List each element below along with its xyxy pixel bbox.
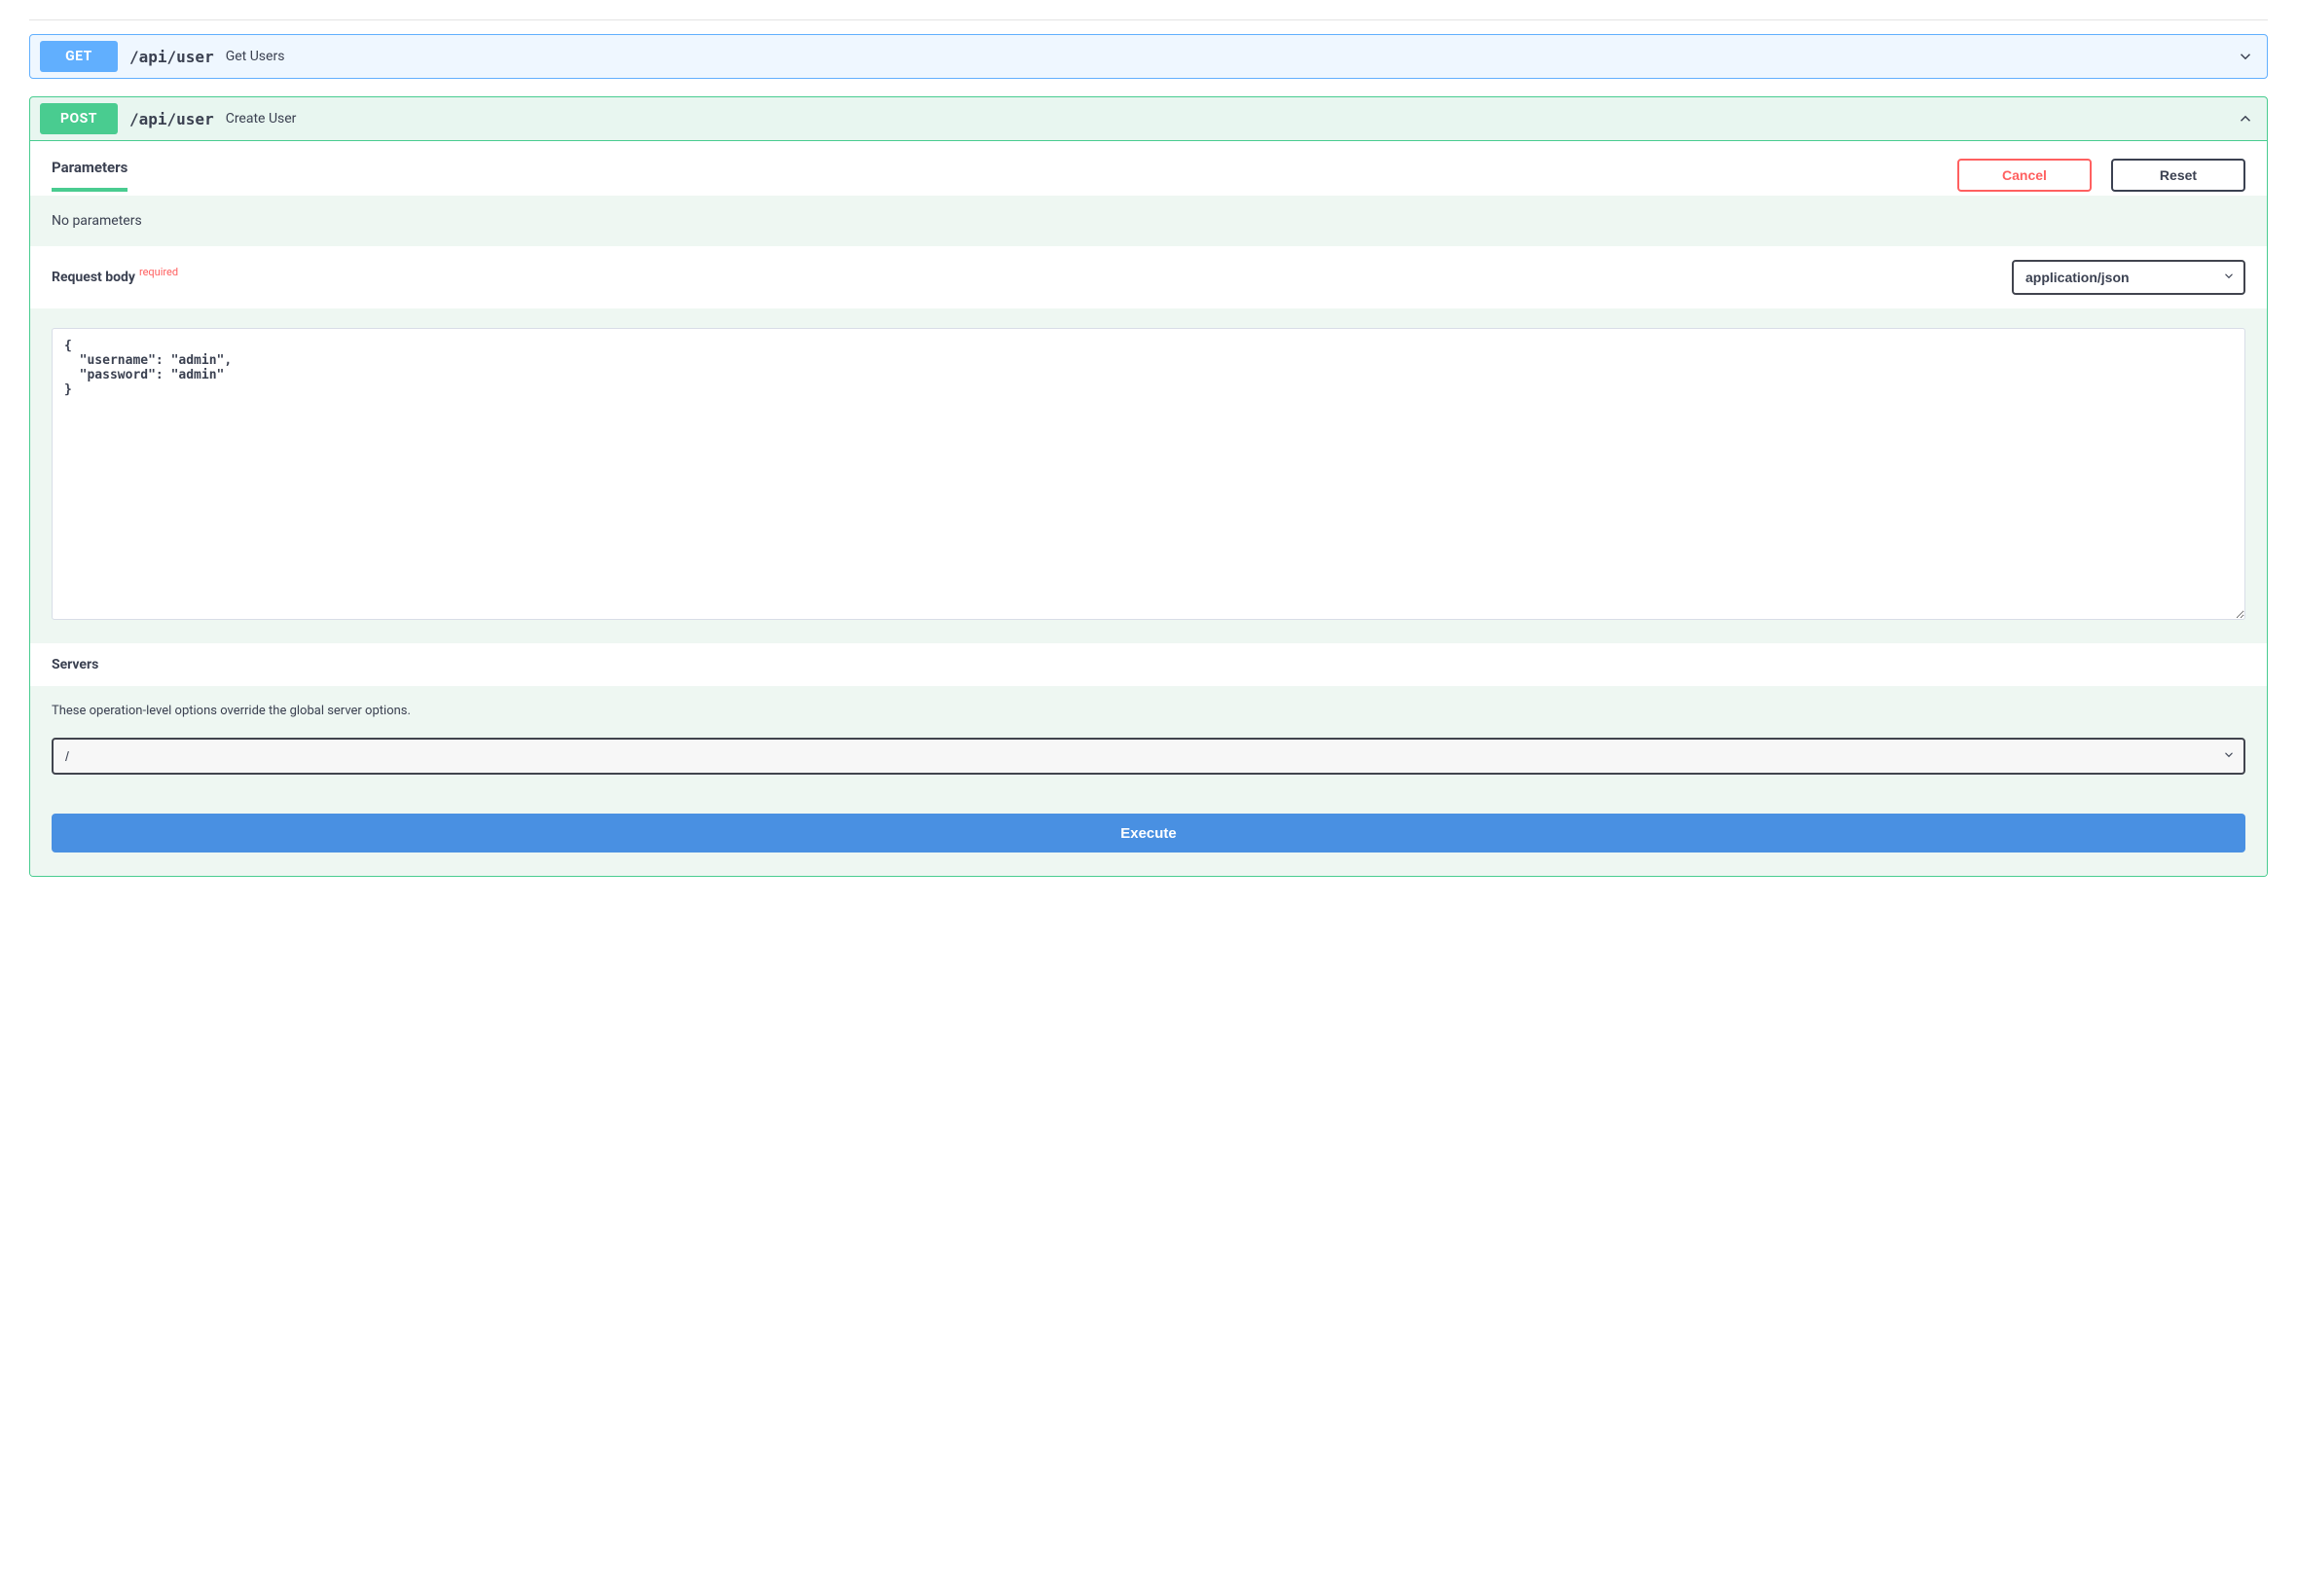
request-body-label: Request body [52,270,135,285]
content-type-select[interactable]: application/json [2012,260,2245,295]
endpoint-path: /api/user [129,48,214,66]
request-body-textarea[interactable] [52,328,2245,620]
endpoint-body: Parameters Cancel Reset No parameters Re… [30,140,2267,876]
action-buttons: Cancel Reset [1957,159,2245,192]
required-tag: required [139,266,178,278]
endpoint-post-user: POST /api/user Create User Parameters Ca… [29,96,2268,877]
no-parameters-text: No parameters [30,196,2267,246]
request-body-editor-wrap [30,308,2267,643]
endpoint-summary: Create User [226,111,297,127]
method-badge-get: GET [40,41,118,72]
endpoint-path: /api/user [129,110,214,128]
chevron-up-icon[interactable] [2234,107,2257,130]
servers-title: Servers [30,643,2267,686]
endpoint-header-get-user[interactable]: GET /api/user Get Users [30,35,2267,78]
endpoint-summary: Get Users [226,49,285,64]
cancel-button[interactable]: Cancel [1957,159,2092,192]
tab-parameters[interactable]: Parameters [52,159,128,192]
servers-body: These operation-level options override t… [30,686,2267,802]
execute-wrap: Execute [30,802,2267,876]
method-badge-post: POST [40,103,118,134]
reset-button[interactable]: Reset [2111,159,2245,192]
servers-note: These operation-level options override t… [52,704,2245,718]
endpoint-get-user: GET /api/user Get Users [29,34,2268,79]
chevron-down-icon[interactable] [2234,45,2257,68]
content-type-select-wrap: application/json [2012,260,2245,295]
top-divider [29,19,2268,20]
server-select[interactable]: / [52,738,2245,775]
endpoint-header-post-user[interactable]: POST /api/user Create User [30,97,2267,140]
execute-button[interactable]: Execute [52,814,2245,852]
server-select-wrap: / [52,738,2245,775]
parameters-bar: Parameters Cancel Reset [30,141,2267,196]
request-body-bar: Request body required application/json [30,246,2267,308]
